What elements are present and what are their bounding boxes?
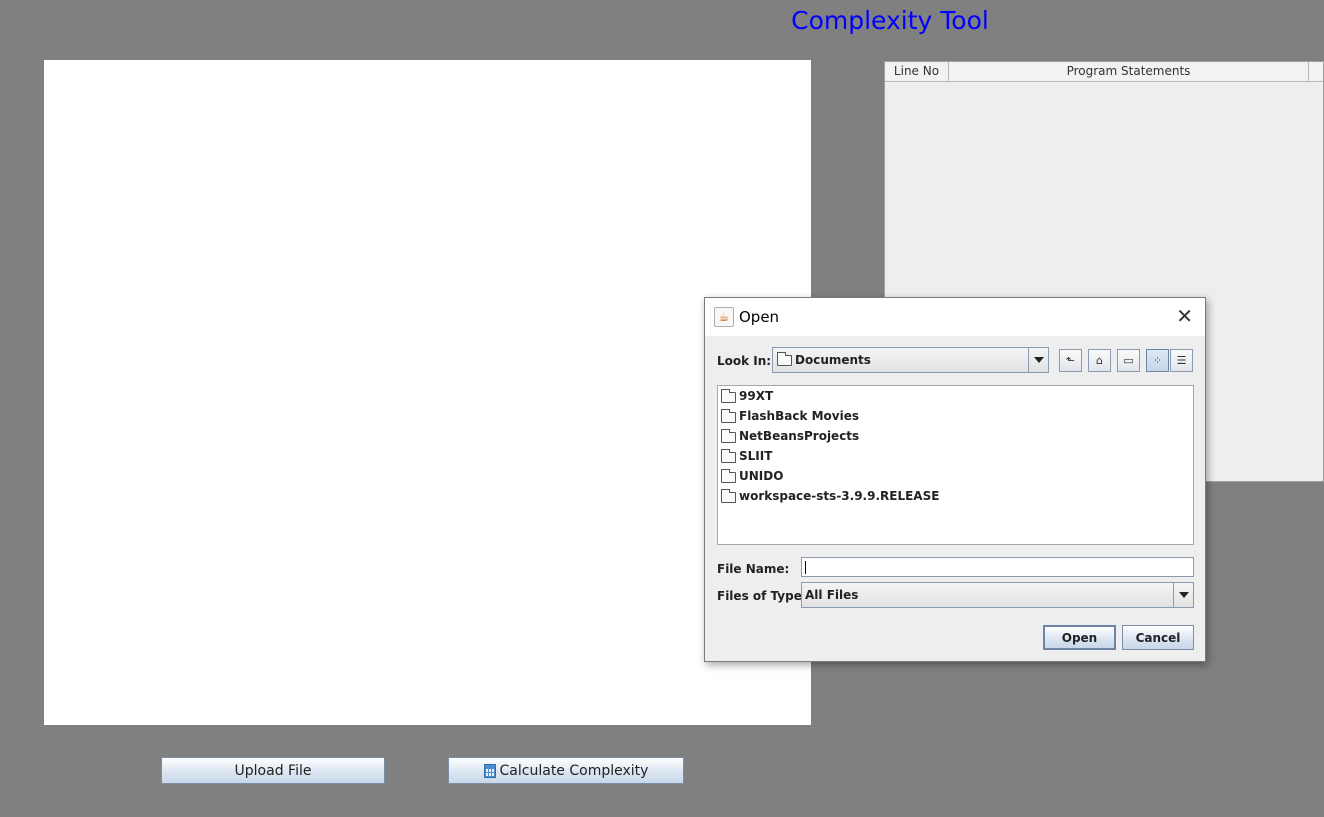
table-header: Line No Program Statements <box>885 62 1323 82</box>
calculator-icon <box>483 763 496 778</box>
chevron-down-icon[interactable] <box>1028 348 1048 372</box>
list-item[interactable]: UNIDO <box>718 466 1193 486</box>
look-in-dropdown[interactable]: Documents <box>772 347 1049 373</box>
text-caret <box>805 561 806 574</box>
folder-icon <box>721 389 736 403</box>
files-of-type-dropdown[interactable]: All Files <box>801 582 1194 608</box>
upload-file-label: Upload File <box>234 762 312 779</box>
column-header-line-no[interactable]: Line No <box>885 62 949 81</box>
column-header-program-statements[interactable]: Program Statements <box>949 62 1309 81</box>
details-view-button[interactable]: ☰ <box>1170 349 1193 372</box>
new-folder-button[interactable]: ▭ <box>1117 349 1140 372</box>
up-one-level-icon: ⬑ <box>1065 354 1076 367</box>
up-one-level-button[interactable]: ⬑ <box>1059 349 1082 372</box>
list-view-button[interactable]: ⁘ <box>1146 349 1169 372</box>
folder-icon <box>721 429 736 443</box>
look-in-label: Look In: <box>717 354 772 368</box>
calculate-complexity-label: Calculate Complexity <box>499 762 649 779</box>
list-item[interactable]: workspace-sts-3.9.9.RELEASE <box>718 486 1193 506</box>
folder-icon <box>777 352 792 366</box>
home-button[interactable]: ⌂ <box>1088 349 1111 372</box>
file-name-field[interactable] <box>801 557 1194 577</box>
folder-icon <box>721 409 736 423</box>
file-list[interactable]: 99XT FlashBack Movies NetBeansProjects S… <box>717 385 1194 545</box>
folder-name: 99XT <box>739 389 774 403</box>
files-of-type-label: Files of Type: <box>717 589 807 603</box>
folder-name: NetBeansProjects <box>739 429 860 443</box>
look-in-value: Documents <box>795 353 871 367</box>
open-button[interactable]: Open <box>1043 625 1116 650</box>
folder-icon <box>721 449 736 463</box>
cancel-button[interactable]: Cancel <box>1122 625 1194 650</box>
list-view-icon: ⁘ <box>1152 354 1163 367</box>
folder-icon <box>721 469 736 483</box>
home-icon: ⌂ <box>1096 354 1103 367</box>
code-editor-area[interactable] <box>44 60 811 725</box>
folder-name: UNIDO <box>739 469 784 483</box>
new-folder-icon: ▭ <box>1123 354 1134 367</box>
dialog-title: Open <box>739 308 780 326</box>
list-item[interactable]: 99XT <box>718 386 1193 406</box>
column-header-filler <box>1309 62 1323 81</box>
app-title: Complexity Tool <box>791 6 989 35</box>
folder-icon <box>721 489 736 503</box>
list-item[interactable]: SLIIT <box>718 446 1193 466</box>
upload-file-button[interactable]: Upload File <box>161 757 385 784</box>
list-item[interactable]: NetBeansProjects <box>718 426 1193 446</box>
chevron-down-icon[interactable] <box>1173 583 1193 607</box>
folder-name: SLIIT <box>739 449 773 463</box>
files-of-type-value: All Files <box>805 588 859 602</box>
close-icon[interactable]: ✕ <box>1176 305 1193 327</box>
dialog-titlebar[interactable]: ☕ Open ✕ <box>705 298 1205 336</box>
calculate-complexity-button[interactable]: Calculate Complexity <box>448 757 684 784</box>
details-view-icon: ☰ <box>1176 354 1187 367</box>
open-file-dialog: ☕ Open ✕ Look In: Documents ⬑ ⌂ ▭ ⁘ ☰ 99… <box>704 297 1206 662</box>
list-item[interactable]: FlashBack Movies <box>718 406 1193 426</box>
java-icon: ☕ <box>714 307 734 327</box>
folder-name: FlashBack Movies <box>739 409 860 423</box>
folder-name: workspace-sts-3.9.9.RELEASE <box>739 489 940 503</box>
file-name-label: File Name: <box>717 562 790 576</box>
